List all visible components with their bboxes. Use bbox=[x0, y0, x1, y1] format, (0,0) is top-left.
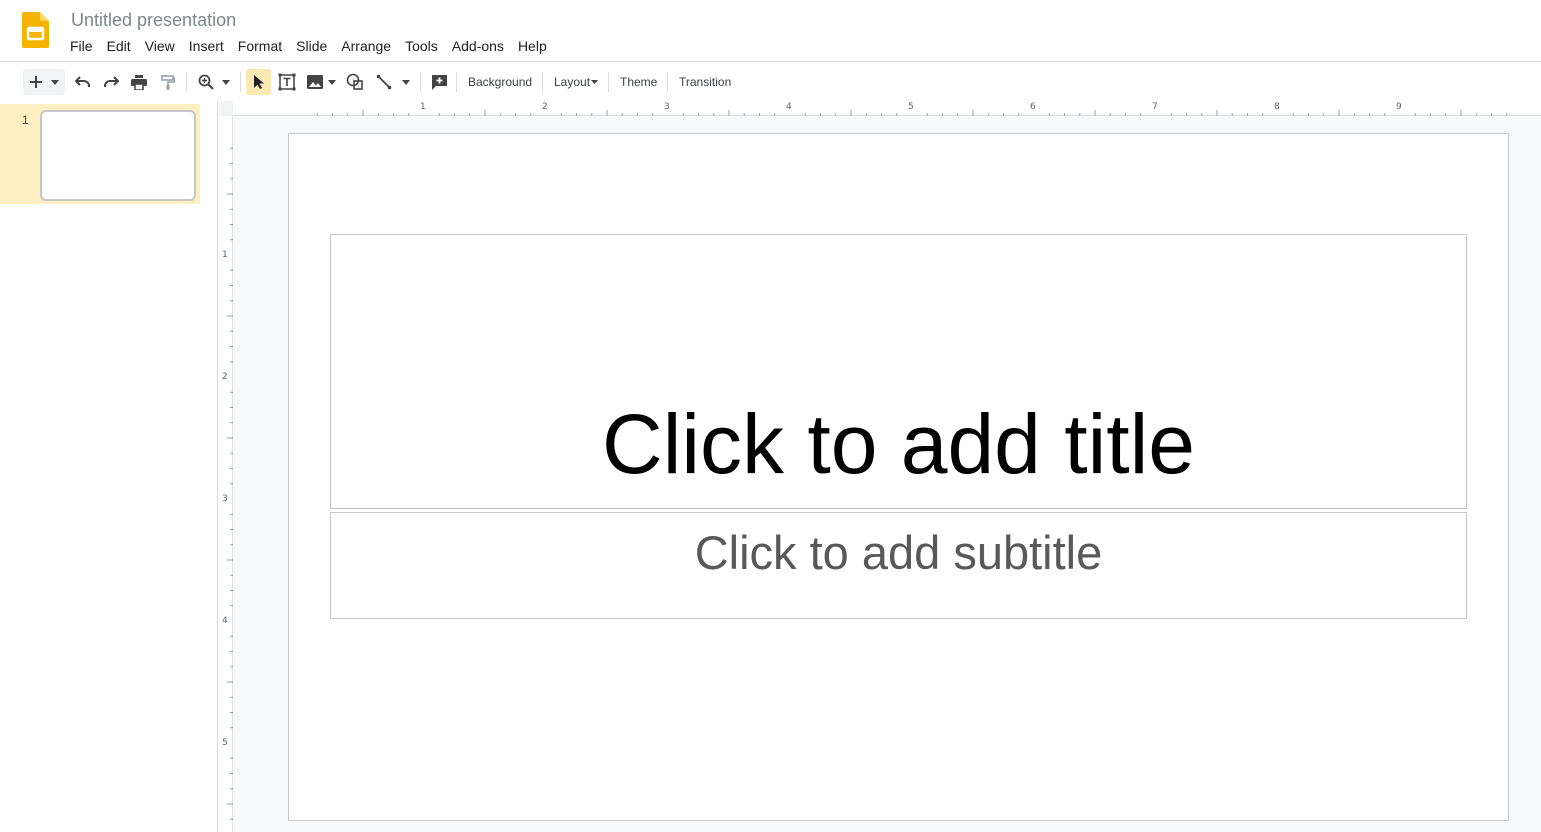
title-placeholder-box[interactable]: Click to add title bbox=[330, 234, 1467, 509]
zoom-button[interactable] bbox=[193, 69, 235, 95]
select-icon bbox=[253, 74, 265, 90]
ruler-v-label: 4 bbox=[222, 616, 228, 626]
chevron-down-icon bbox=[402, 79, 410, 85]
ruler-h-label: 1 bbox=[420, 102, 426, 112]
menu-slide[interactable]: Slide bbox=[289, 37, 334, 57]
vertical-ruler[interactable]: 1 2 3 4 5 bbox=[219, 116, 233, 832]
toolbar: Background Layout Theme Transition bbox=[0, 63, 1541, 101]
paint-format-icon bbox=[161, 74, 175, 90]
title-placeholder: Click to add title bbox=[602, 397, 1195, 491]
ruler-v-label: 2 bbox=[222, 372, 228, 382]
line-button[interactable] bbox=[372, 69, 414, 95]
theme-button[interactable]: Theme bbox=[616, 69, 661, 95]
redo-button[interactable] bbox=[100, 69, 122, 95]
redo-icon bbox=[103, 76, 119, 88]
transition-button[interactable]: Transition bbox=[675, 69, 735, 95]
new-slide-button[interactable] bbox=[23, 69, 65, 95]
menu-tools[interactable]: Tools bbox=[398, 37, 445, 57]
ruler-h-label: 6 bbox=[1030, 102, 1036, 112]
menu-arrange[interactable]: Arrange bbox=[334, 37, 398, 57]
menu-add-ons[interactable]: Add-ons bbox=[445, 37, 511, 57]
undo-icon bbox=[75, 76, 91, 88]
layout-button[interactable]: Layout bbox=[550, 69, 602, 95]
text-box-icon bbox=[278, 73, 296, 91]
toolbar-separator bbox=[456, 72, 457, 92]
canvas-area: 1 2 3 4 5 6 7 8 9 1 2 3 4 5 Click to add… bbox=[219, 101, 1541, 832]
layout-label: Layout bbox=[554, 75, 591, 89]
toolbar-separator bbox=[420, 72, 421, 92]
toolbar-separator bbox=[542, 72, 543, 92]
menu-insert[interactable]: Insert bbox=[182, 37, 231, 57]
toolbar-separator bbox=[608, 72, 609, 92]
new-slide-icon bbox=[29, 75, 43, 89]
menu-file[interactable]: File bbox=[63, 37, 100, 57]
shape-icon bbox=[346, 73, 364, 91]
add-comment-button[interactable] bbox=[427, 69, 451, 95]
slide-number: 1 bbox=[22, 113, 29, 127]
ruler-h-label: 2 bbox=[542, 102, 548, 112]
chevron-down-icon bbox=[222, 79, 230, 85]
paint-format-button[interactable] bbox=[157, 69, 179, 95]
chevron-down-icon bbox=[591, 80, 599, 84]
text-box-button[interactable] bbox=[275, 69, 299, 95]
toolbar-separator bbox=[240, 72, 241, 92]
ruler-h-label: 9 bbox=[1396, 102, 1402, 112]
slide-canvas[interactable]: Click to add title Click to add subtitle bbox=[288, 133, 1509, 821]
ruler-h-label: 8 bbox=[1274, 102, 1280, 112]
print-button[interactable] bbox=[128, 69, 150, 95]
zoom-icon bbox=[198, 74, 214, 90]
menu-view[interactable]: View bbox=[138, 37, 182, 57]
menu-bar: File Edit View Insert Format Slide Arran… bbox=[63, 37, 554, 57]
ruler-h-label: 5 bbox=[908, 102, 914, 112]
ruler-v-label: 5 bbox=[222, 738, 228, 748]
image-button[interactable] bbox=[303, 69, 339, 95]
ruler-corner bbox=[219, 101, 233, 116]
menu-format[interactable]: Format bbox=[231, 37, 289, 57]
background-button[interactable]: Background bbox=[464, 69, 536, 95]
toolbar-separator bbox=[186, 72, 187, 92]
filmstrip: 1 bbox=[0, 101, 218, 832]
menu-help[interactable]: Help bbox=[511, 37, 554, 57]
filmstrip-slide-item[interactable]: 1 bbox=[0, 104, 200, 204]
ruler-v-label: 3 bbox=[222, 494, 228, 504]
slides-app: Untitled presentation File Edit View Ins… bbox=[0, 0, 1541, 832]
undo-button[interactable] bbox=[72, 69, 94, 95]
comment-icon bbox=[431, 74, 448, 91]
chevron-down-icon bbox=[51, 79, 59, 85]
ruler-h-label: 3 bbox=[664, 102, 670, 112]
shape-button[interactable] bbox=[343, 69, 367, 95]
chevron-down-icon bbox=[327, 79, 336, 85]
subtitle-placeholder-box[interactable]: Click to add subtitle bbox=[330, 512, 1467, 619]
print-icon bbox=[131, 74, 147, 90]
slide-thumbnail[interactable] bbox=[40, 110, 196, 201]
subtitle-placeholder: Click to add subtitle bbox=[694, 526, 1103, 579]
ruler-v-label: 1 bbox=[222, 250, 228, 260]
ruler-h-label: 7 bbox=[1152, 102, 1158, 112]
ruler-h-label: 4 bbox=[786, 102, 792, 112]
slides-logo-icon[interactable] bbox=[22, 12, 49, 48]
select-tool-button[interactable] bbox=[246, 69, 271, 95]
image-icon bbox=[306, 75, 323, 89]
menu-edit[interactable]: Edit bbox=[100, 37, 138, 57]
line-icon bbox=[376, 74, 392, 90]
toolbar-separator bbox=[667, 72, 668, 92]
header: Untitled presentation File Edit View Ins… bbox=[0, 0, 1541, 62]
horizontal-ruler[interactable]: 1 2 3 4 5 6 7 8 9 bbox=[233, 101, 1541, 116]
document-title[interactable]: Untitled presentation bbox=[71, 10, 236, 31]
